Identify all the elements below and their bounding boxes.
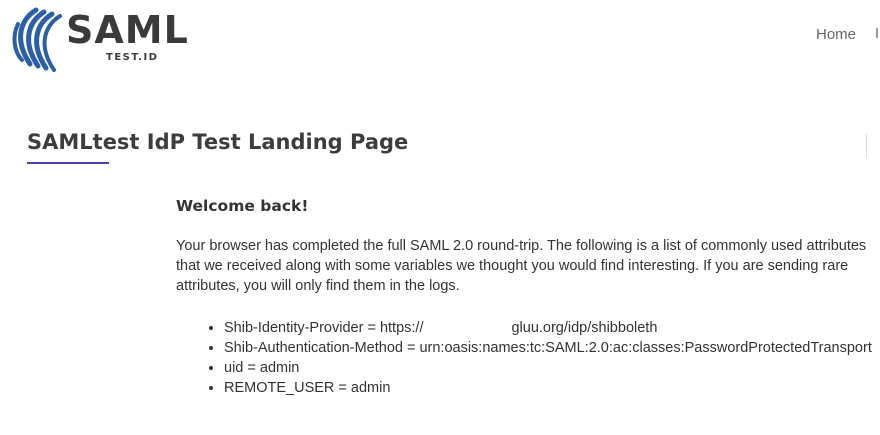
logo-wordmark: SAML — [66, 8, 189, 52]
attribute-item-remote-user: REMOTE_USER = admin — [224, 378, 876, 398]
page-title: SAMLtest IdP Test Landing Page — [27, 130, 409, 154]
attribute-text: REMOTE_USER = admin — [224, 380, 391, 396]
welcome-heading: Welcome back! — [176, 197, 309, 215]
attribute-item-identity-provider: Shib-Identity-Provider = https:// gluu.or… — [224, 318, 876, 338]
nav-home-link[interactable]: Home — [816, 26, 856, 43]
attribute-item-auth-method: Shib-Authentication-Method = urn:oasis:n… — [224, 338, 876, 358]
nav-next-item-cut[interactable] — [876, 28, 878, 38]
main-content: Welcome back! Your browser has completed… — [176, 196, 876, 398]
attribute-item-uid: uid = admin — [224, 358, 876, 378]
logo-subtitle: TEST.ID — [106, 52, 159, 63]
sidebar-divider — [866, 134, 867, 158]
page: SAML TEST.ID Home SAMLtest IdP Test Land… — [0, 0, 880, 435]
saml-swoosh-logo-icon — [12, 7, 62, 72]
redacted-region — [423, 321, 511, 335]
attribute-text: uid = admin — [224, 360, 300, 376]
attribute-text: Shib-Identity-Provider = https:// — [224, 320, 424, 336]
title-underline — [27, 162, 109, 164]
attribute-text: Shib-Authentication-Method = urn:oasis:n… — [224, 340, 872, 356]
attribute-text-suffix: gluu.org/idp/shibboleth — [511, 320, 658, 336]
attribute-list: Shib-Identity-Provider = https:// gluu.or… — [176, 318, 876, 398]
site-logo[interactable]: SAML TEST.ID — [10, 6, 188, 72]
intro-paragraph: Your browser has completed the full SAML… — [176, 238, 867, 294]
